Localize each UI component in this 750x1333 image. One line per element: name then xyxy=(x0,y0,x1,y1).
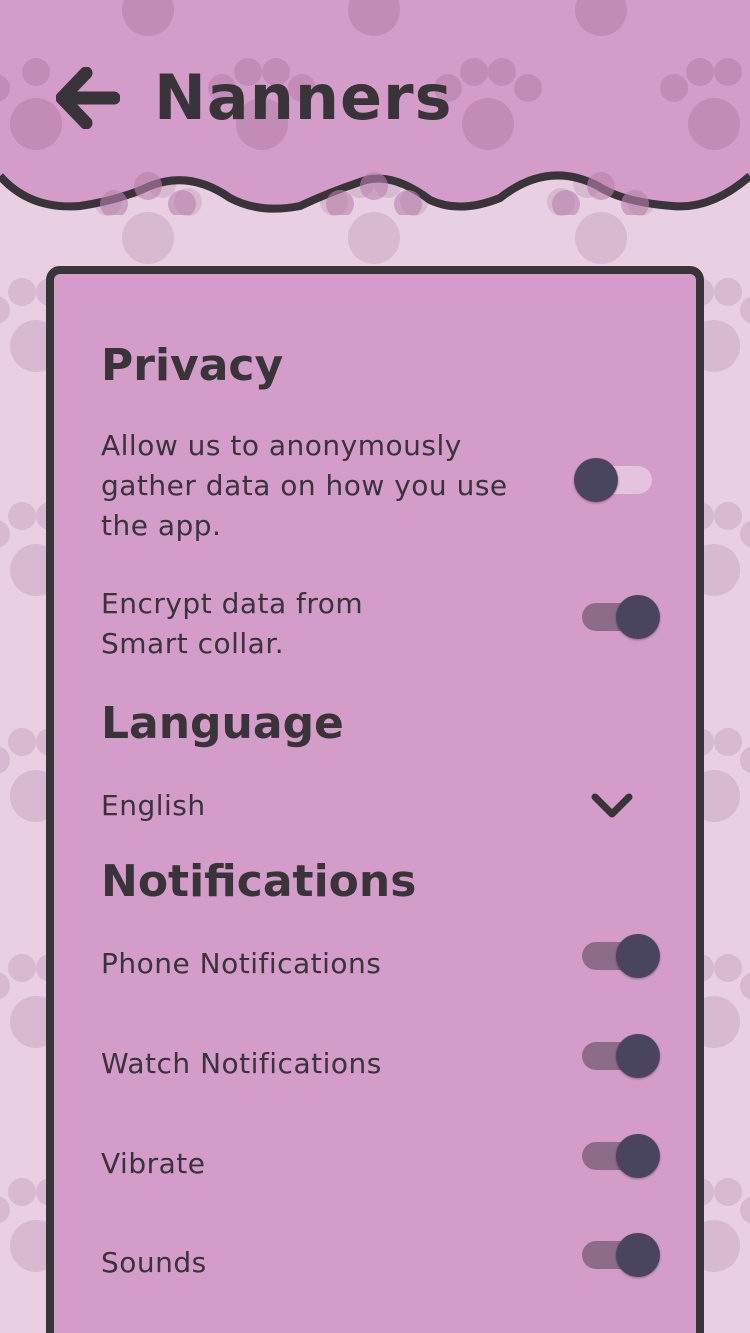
language-dropdown-button[interactable] xyxy=(588,786,636,826)
settings-screen: Nanners Privacy Allow us to anonymously … xyxy=(0,0,750,1333)
settings-card: Privacy Allow us to anonymously gather d… xyxy=(46,266,704,1333)
back-button[interactable] xyxy=(52,62,124,134)
privacy-section-title: Privacy xyxy=(101,340,284,391)
privacy-analytics-toggle[interactable] xyxy=(574,457,660,503)
page-title: Nanners xyxy=(154,61,453,134)
phone-notifications-toggle[interactable] xyxy=(574,933,660,979)
toggle-knob xyxy=(616,1134,660,1178)
toggle-knob xyxy=(574,458,618,502)
sounds-label: Sounds xyxy=(101,1246,207,1279)
phone-notifications-label: Phone Notifications xyxy=(101,947,382,980)
sounds-toggle[interactable] xyxy=(574,1232,660,1278)
toggle-knob xyxy=(616,595,660,639)
watch-notifications-label: Watch Notifications xyxy=(101,1047,382,1080)
vibrate-label: Vibrate xyxy=(101,1147,206,1180)
notifications-section-title: Notifications xyxy=(101,856,417,907)
vibrate-toggle[interactable] xyxy=(574,1133,660,1179)
encrypt-collar-toggle[interactable] xyxy=(574,594,660,640)
language-selected-value: English xyxy=(101,789,206,822)
watch-notifications-toggle[interactable] xyxy=(574,1033,660,1079)
privacy-analytics-label: Allow us to anonymously gather data on h… xyxy=(101,429,508,542)
encrypt-collar-label: Encrypt data from Smart collar. xyxy=(101,587,364,660)
app-header: Nanners xyxy=(0,0,750,215)
language-section-title: Language xyxy=(101,698,344,749)
arrow-left-icon xyxy=(56,67,120,129)
toggle-knob xyxy=(616,1233,660,1277)
toggle-knob xyxy=(616,934,660,978)
chevron-down-icon xyxy=(591,793,633,818)
toggle-knob xyxy=(616,1034,660,1078)
